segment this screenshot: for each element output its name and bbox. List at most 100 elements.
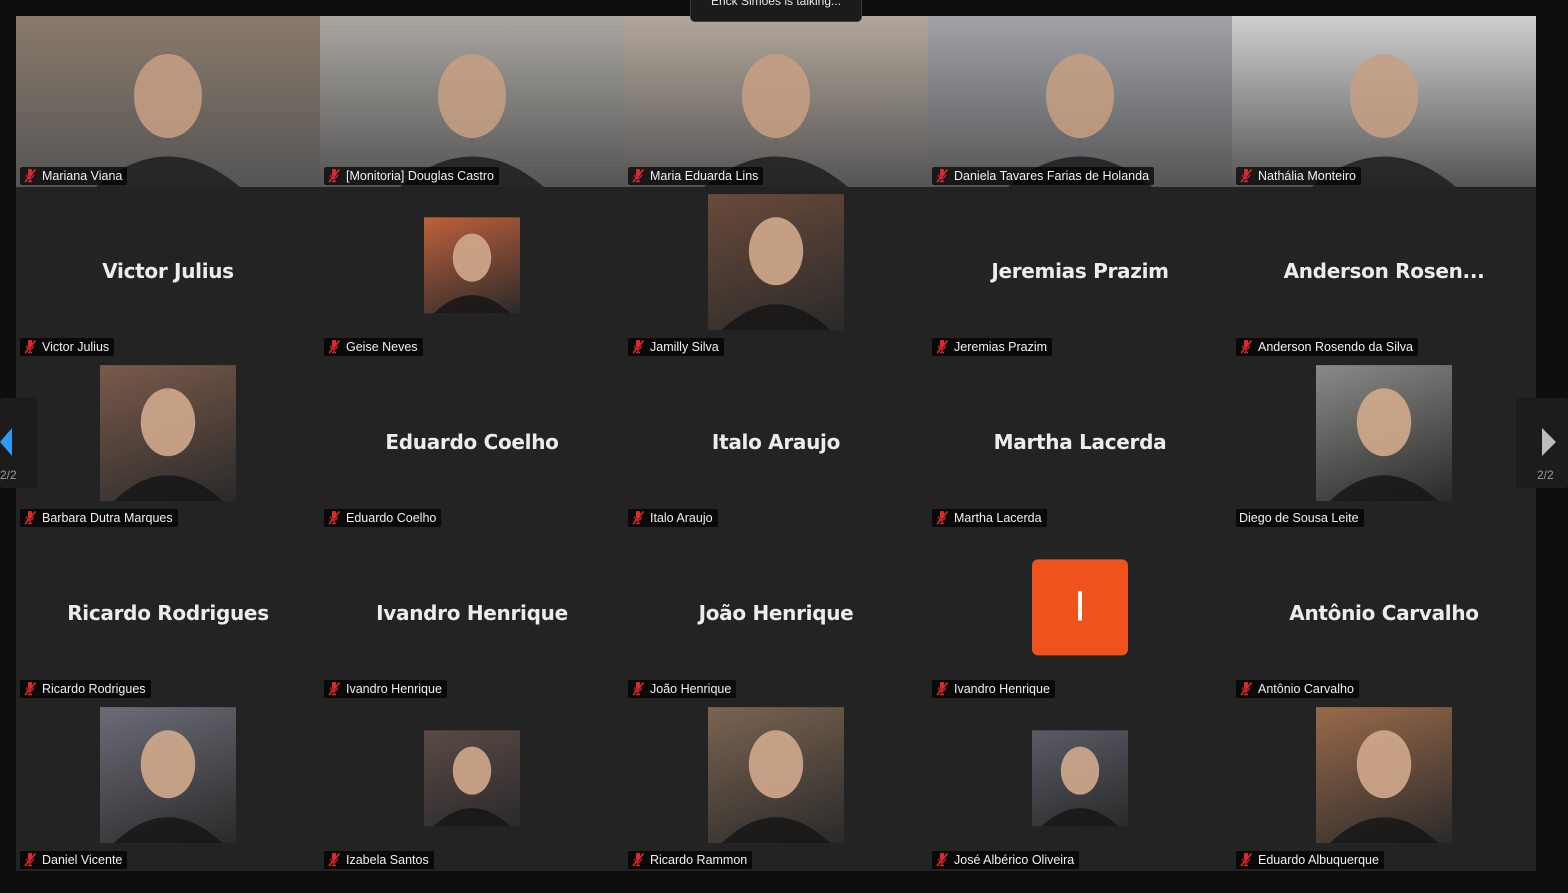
participant-name: Barbara Dutra Marques xyxy=(42,511,173,525)
participant-name: Ivandro Henrique xyxy=(954,682,1050,696)
participant-name: Geise Neves xyxy=(346,340,418,354)
participant-tile[interactable]: Victor Julius Victor Julius xyxy=(16,187,320,358)
profile-picture xyxy=(1032,729,1128,826)
participant-name-label: Geise Neves xyxy=(324,338,423,356)
participant-tile[interactable]: Geise Neves xyxy=(320,187,624,358)
participant-name: Italo Araujo xyxy=(650,511,713,525)
participant-name-label: Daniel Vicente xyxy=(20,851,128,869)
participant-video xyxy=(928,16,1232,187)
microphone-muted-icon xyxy=(935,339,950,354)
microphone-muted-icon xyxy=(23,852,38,867)
participant-name: Jamilly Silva xyxy=(650,340,719,354)
microphone-muted-icon xyxy=(23,681,38,696)
participant-video xyxy=(1232,16,1536,187)
participant-name: Victor Julius xyxy=(42,340,110,354)
microphone-muted-icon xyxy=(631,852,646,867)
participant-tile[interactable]: Maria Eduarda Lins xyxy=(624,16,928,187)
profile-picture xyxy=(1316,706,1452,843)
participant-video xyxy=(320,16,624,187)
participant-tile[interactable]: Ivandro Henrique Ivandro Henrique xyxy=(320,529,624,700)
chevron-left-icon xyxy=(0,428,12,456)
participant-tile[interactable]: Eduardo Coelho Eduardo Coelho xyxy=(320,358,624,529)
participant-tile[interactable]: Ricardo Rammon xyxy=(624,700,928,871)
microphone-muted-icon xyxy=(1239,339,1254,354)
participant-name: Eduardo Albuquerque xyxy=(1258,853,1379,867)
microphone-muted-icon xyxy=(1239,681,1254,696)
participant-name-label: João Henrique xyxy=(628,680,737,698)
microphone-muted-icon xyxy=(935,510,950,525)
participant-tile[interactable]: Daniela Tavares Farias de Holanda xyxy=(928,16,1232,187)
participant-name-label: Eduardo Albuquerque xyxy=(1236,851,1384,869)
participant-name: Martha Lacerda xyxy=(954,511,1042,525)
participant-tile[interactable]: Martha Lacerda Martha Lacerda xyxy=(928,358,1232,529)
profile-picture xyxy=(100,706,236,843)
profile-picture xyxy=(424,216,520,313)
microphone-muted-icon xyxy=(1239,852,1254,867)
participant-name-label: Martha Lacerda xyxy=(932,509,1047,527)
participant-display-name: Anderson Rosen... xyxy=(1283,259,1485,283)
participant-name: Izabela Santos xyxy=(346,853,429,867)
participant-name: Ricardo Rodrigues xyxy=(42,682,146,696)
participant-tile[interactable]: Jeremias Prazim Jeremias Prazim xyxy=(928,187,1232,358)
participant-name-label: Ivandro Henrique xyxy=(932,680,1055,698)
profile-picture xyxy=(1316,364,1452,501)
participant-name-label: Ricardo Rammon xyxy=(628,851,753,869)
active-speaker-text: Erick Simões is talking... xyxy=(710,0,842,8)
microphone-muted-icon xyxy=(327,852,342,867)
participant-name-label: Victor Julius xyxy=(20,338,115,356)
participant-display-name: Ricardo Rodrigues xyxy=(67,601,269,625)
participant-tile[interactable]: Jamilly Silva xyxy=(624,187,928,358)
participant-tile[interactable]: Diego de Sousa Leite xyxy=(1232,358,1536,529)
participant-tile[interactable]: José Albérico Oliveira xyxy=(928,700,1232,871)
participant-tile[interactable]: Italo Araujo Italo Araujo xyxy=(624,358,928,529)
microphone-muted-icon xyxy=(327,681,342,696)
participant-name-label: [Monitoria] Douglas Castro xyxy=(324,167,499,185)
participant-name-label: Jamilly Silva xyxy=(628,338,724,356)
participant-tile[interactable]: Antônio Carvalho Antônio Carvalho xyxy=(1232,529,1536,700)
participant-tile[interactable]: Anderson Rosen... Anderson Rosendo da Sil… xyxy=(1232,187,1536,358)
microphone-muted-icon xyxy=(631,168,646,183)
participant-name: Antônio Carvalho xyxy=(1258,682,1354,696)
participant-name: Daniel Vicente xyxy=(42,853,123,867)
microphone-muted-icon xyxy=(327,510,342,525)
participant-name: Diego de Sousa Leite xyxy=(1239,511,1359,525)
participant-name: Ricardo Rammon xyxy=(650,853,748,867)
gallery-grid: Mariana Viana [Monitoria] Douglas Castro M… xyxy=(16,16,1536,871)
participant-tile[interactable]: Barbara Dutra Marques xyxy=(16,358,320,529)
participant-display-name: João Henrique xyxy=(698,601,854,625)
profile-picture xyxy=(424,729,520,826)
participant-name: José Albérico Oliveira xyxy=(954,853,1075,867)
participant-name-label: Diego de Sousa Leite xyxy=(1236,509,1364,527)
participant-display-name: Martha Lacerda xyxy=(993,430,1167,454)
page-indicator-left: 2/2 xyxy=(0,468,17,482)
participant-name-label: José Albérico Oliveira xyxy=(932,851,1080,869)
participant-tile[interactable]: Eduardo Albuquerque xyxy=(1232,700,1536,871)
participant-name-label: Eduardo Coelho xyxy=(324,509,442,527)
participant-tile[interactable]: [Monitoria] Douglas Castro xyxy=(320,16,624,187)
participant-tile[interactable]: I Ivandro Henrique xyxy=(928,529,1232,700)
participant-name-label: Mariana Viana xyxy=(20,167,128,185)
participant-tile[interactable]: Ricardo Rodrigues Ricardo Rodrigues xyxy=(16,529,320,700)
active-speaker-indicator: Erick Simões is talking... xyxy=(690,0,862,22)
participant-tile[interactable]: Nathália Monteiro xyxy=(1232,16,1536,187)
participant-display-name: Victor Julius xyxy=(102,259,234,283)
microphone-muted-icon xyxy=(327,339,342,354)
participant-name-label: Ivandro Henrique xyxy=(324,680,447,698)
participant-name-label: Italo Araujo xyxy=(628,509,718,527)
participant-name: Maria Eduarda Lins xyxy=(650,169,759,183)
participant-name-label: Nathália Monteiro xyxy=(1236,167,1361,185)
participant-name: Daniela Tavares Farias de Holanda xyxy=(954,169,1150,183)
participant-name-label: Anderson Rosendo da Silva xyxy=(1236,338,1418,356)
participant-tile[interactable]: Daniel Vicente xyxy=(16,700,320,871)
participant-display-name: Italo Araujo xyxy=(711,430,841,454)
profile-picture xyxy=(100,364,236,501)
participant-tile[interactable]: João Henrique João Henrique xyxy=(624,529,928,700)
microphone-muted-icon xyxy=(631,681,646,696)
chevron-right-icon xyxy=(1542,428,1556,456)
participant-tile[interactable]: Mariana Viana xyxy=(16,16,320,187)
profile-picture xyxy=(708,193,844,330)
participant-name-label: Ricardo Rodrigues xyxy=(20,680,151,698)
participant-name: Nathália Monteiro xyxy=(1258,169,1356,183)
participant-tile[interactable]: Izabela Santos xyxy=(320,700,624,871)
participant-name: João Henrique xyxy=(650,682,732,696)
